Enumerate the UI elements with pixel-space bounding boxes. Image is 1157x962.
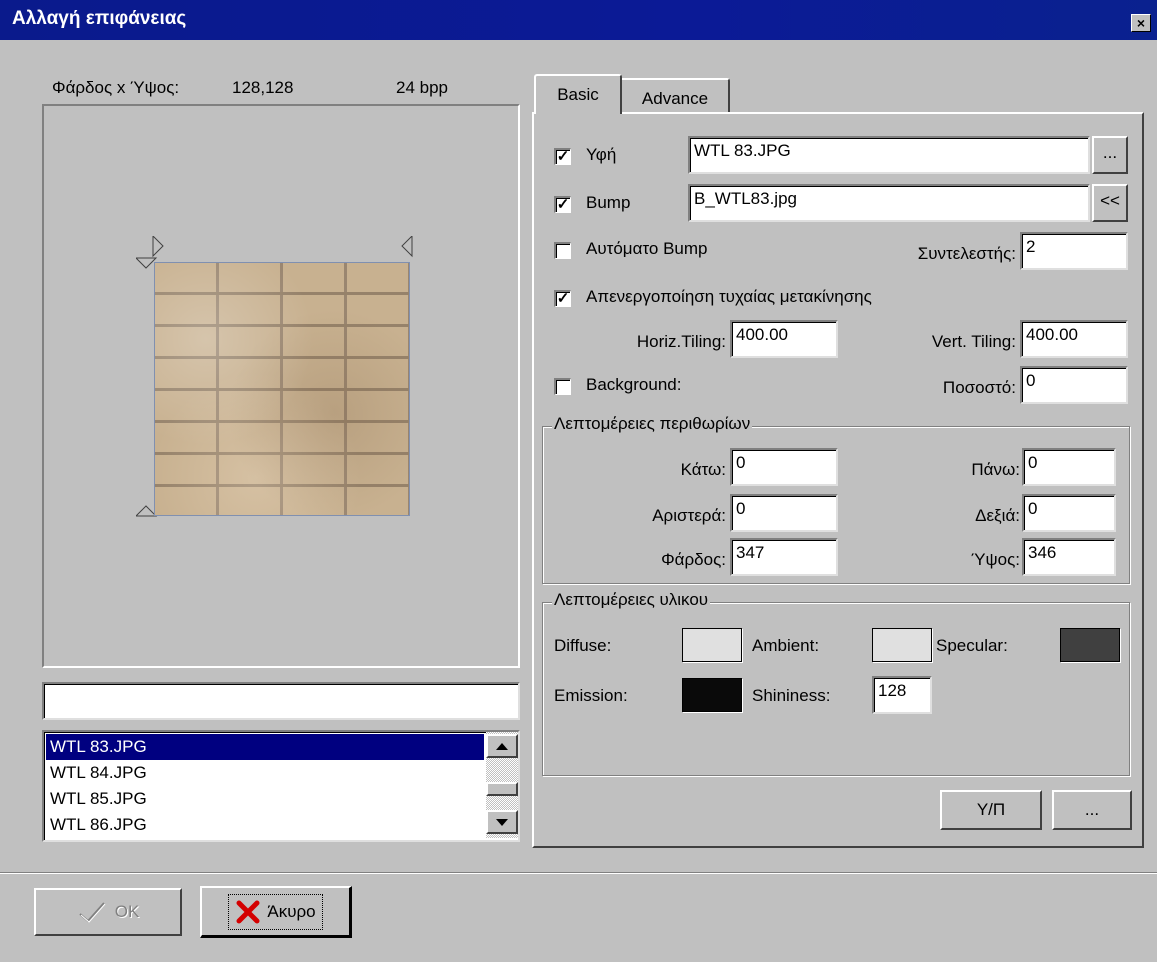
ok-button[interactable]: OK bbox=[34, 888, 182, 936]
bump-label: Bump bbox=[586, 193, 631, 212]
close-icon: × bbox=[1136, 15, 1146, 31]
material-title: Λεπτομέρειες υλικου bbox=[552, 590, 711, 610]
tab-advance[interactable]: Advance bbox=[622, 78, 730, 114]
factor-label: Συντελεστής: bbox=[917, 244, 1016, 263]
scroll-up-button[interactable] bbox=[486, 734, 518, 758]
margin-bottom-label: Κάτω: bbox=[680, 460, 726, 479]
diffuse-label: Diffuse: bbox=[554, 636, 612, 655]
more-button[interactable]: ... bbox=[1052, 790, 1132, 830]
emission-color-swatch[interactable] bbox=[682, 678, 742, 712]
margin-left-field[interactable]: 0 bbox=[730, 494, 838, 532]
margin-top-label: Πάνω: bbox=[971, 460, 1020, 479]
top-right-handle-icon[interactable] bbox=[401, 236, 413, 258]
scroll-down-button[interactable] bbox=[486, 810, 518, 834]
width-field[interactable]: 347 bbox=[730, 538, 838, 576]
width-label: Φάρδος: bbox=[661, 550, 726, 569]
check-icon bbox=[79, 902, 106, 923]
bump-file-field[interactable]: B_WTL83.jpg bbox=[688, 184, 1090, 222]
auto-bump-checkbox[interactable] bbox=[554, 242, 571, 259]
percent-label: Ποσοστό: bbox=[942, 378, 1016, 397]
size-value: 128,128 bbox=[232, 78, 294, 97]
height-label: Ύψος: bbox=[970, 550, 1020, 569]
material-group bbox=[542, 602, 1130, 776]
arrow-down-icon bbox=[496, 819, 508, 826]
emission-label: Emission: bbox=[554, 686, 628, 705]
auto-bump-label: Αυτόματο Bump bbox=[586, 239, 708, 258]
list-item[interactable]: WTL 84.JPG bbox=[46, 760, 484, 786]
margin-bottom-field[interactable]: 0 bbox=[730, 448, 838, 486]
margin-right-label: Δεξιά: bbox=[975, 506, 1020, 525]
arrow-up-icon bbox=[496, 743, 508, 750]
texture-checkbox[interactable]: ✓ bbox=[554, 148, 571, 165]
ambient-label: Ambient: bbox=[752, 636, 820, 655]
texture-preview-image bbox=[154, 262, 410, 516]
margin-right-field[interactable]: 0 bbox=[1022, 494, 1116, 532]
disable-random-checkbox[interactable]: ✓ bbox=[554, 290, 571, 307]
scroll-thumb[interactable] bbox=[486, 782, 518, 796]
background-label: Background: bbox=[586, 375, 682, 394]
cancel-button[interactable]: Άκυρο bbox=[200, 886, 352, 938]
left-bottom-handle-icon[interactable] bbox=[136, 505, 158, 517]
file-list[interactable]: WTL 83.JPG WTL 84.JPG WTL 85.JPG WTL 86.… bbox=[42, 730, 520, 842]
size-label: Φάρδος x Ύψος: bbox=[52, 78, 180, 97]
margin-left-label: Αριστερά: bbox=[652, 506, 726, 525]
window-title: Αλλαγή επιφάνειας bbox=[12, 8, 187, 29]
margins-title: Λεπτομέρειες περιθωρίων bbox=[552, 414, 753, 434]
yp-button[interactable]: Υ/Π bbox=[940, 790, 1042, 830]
background-checkbox[interactable] bbox=[554, 378, 571, 395]
disable-random-label: Απενεργοποίηση τυχαίας μετακίνησης bbox=[586, 287, 872, 306]
texture-file-field[interactable]: WTL 83.JPG bbox=[688, 136, 1090, 174]
close-x-icon bbox=[236, 900, 260, 923]
list-item[interactable]: WTL 83.JPG bbox=[46, 734, 484, 760]
percent-field[interactable]: 0 bbox=[1020, 366, 1128, 404]
horiz-tiling-field[interactable]: 400.00 bbox=[730, 320, 838, 358]
margin-top-field[interactable]: 0 bbox=[1022, 448, 1116, 486]
list-item[interactable]: WTL 86.JPG bbox=[46, 812, 484, 838]
height-field[interactable]: 346 bbox=[1022, 538, 1116, 576]
vert-tiling-label: Vert. Tiling: bbox=[931, 332, 1016, 351]
tab-basic[interactable]: Basic bbox=[534, 74, 622, 114]
ambient-color-swatch[interactable] bbox=[872, 628, 932, 662]
list-item[interactable]: WTL 85.JPG bbox=[46, 786, 484, 812]
texture-browse-button[interactable]: ... bbox=[1092, 136, 1128, 174]
close-button[interactable]: × bbox=[1131, 14, 1151, 32]
vert-tiling-field[interactable]: 400.00 bbox=[1020, 320, 1128, 358]
shininess-field[interactable]: 128 bbox=[872, 676, 932, 714]
footer-separator bbox=[0, 872, 1157, 874]
bump-checkbox[interactable]: ✓ bbox=[554, 196, 571, 213]
scrollbar[interactable] bbox=[486, 732, 518, 838]
bpp-value: 24 bpp bbox=[396, 78, 448, 97]
diffuse-color-swatch[interactable] bbox=[682, 628, 742, 662]
left-top-handle-icon[interactable] bbox=[136, 257, 158, 269]
filter-input[interactable] bbox=[42, 682, 520, 720]
texture-label: Υφή bbox=[586, 145, 617, 164]
specular-label: Specular: bbox=[936, 636, 1008, 655]
top-left-handle-icon[interactable] bbox=[152, 236, 164, 258]
shininess-label: Shininess: bbox=[752, 686, 831, 705]
bump-copy-button[interactable]: << bbox=[1092, 184, 1128, 222]
factor-field[interactable]: 2 bbox=[1020, 232, 1128, 270]
specular-color-swatch[interactable] bbox=[1060, 628, 1120, 662]
title-bar: Αλλαγή επιφάνειας × bbox=[0, 0, 1157, 40]
horiz-tiling-label: Horiz.Tiling: bbox=[636, 332, 726, 351]
